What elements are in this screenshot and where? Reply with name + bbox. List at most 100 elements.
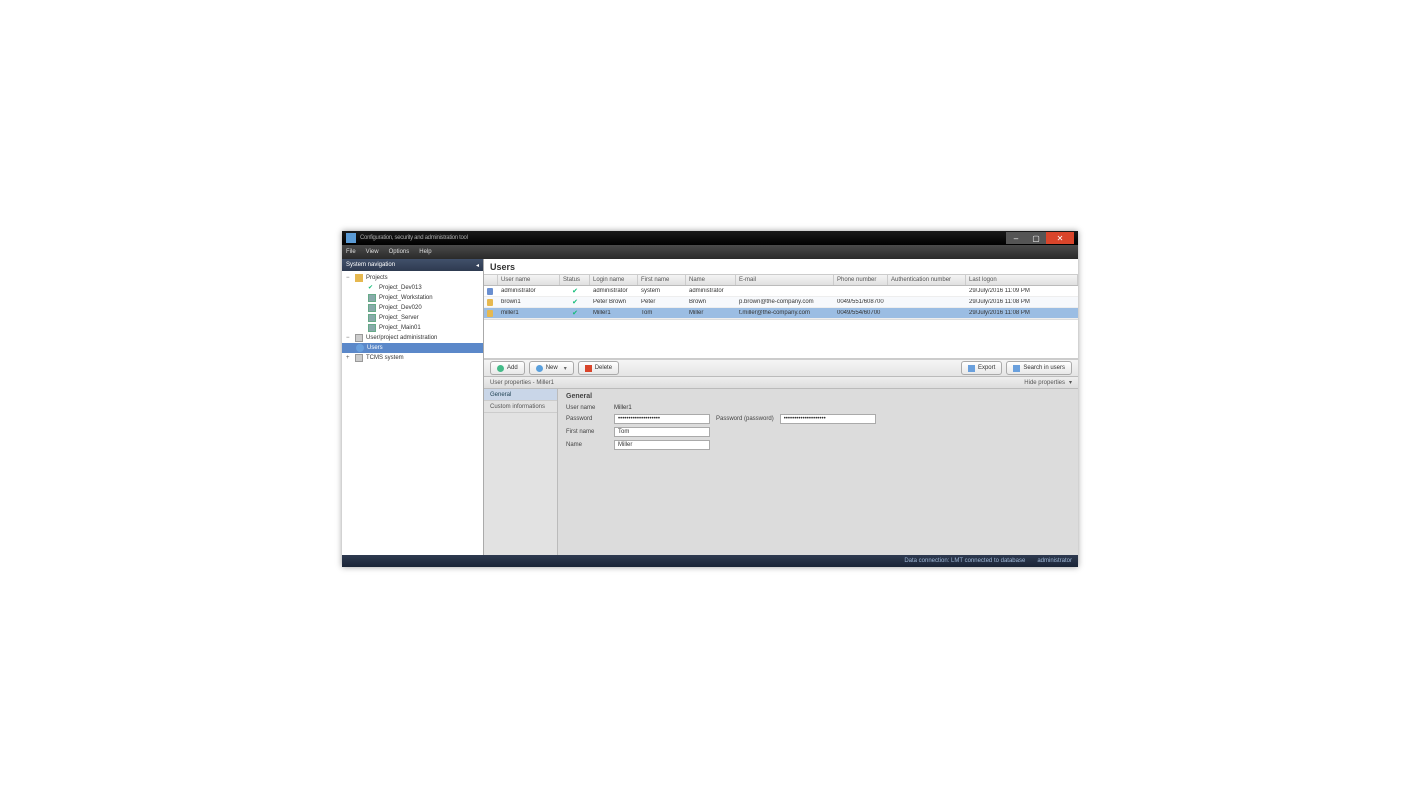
props-title: User properties - Miller1 xyxy=(490,380,554,386)
delete-icon xyxy=(585,365,592,372)
firstname-field[interactable]: Tom xyxy=(614,427,710,437)
cell-name: Brown xyxy=(686,299,736,305)
col-username[interactable]: User name xyxy=(498,275,560,285)
cell-firstname: system xyxy=(638,288,686,294)
node-icon xyxy=(355,334,363,342)
export-icon xyxy=(968,365,975,372)
cell-name: Miller xyxy=(686,310,736,316)
col-login[interactable]: Login name xyxy=(590,275,638,285)
col-firstname[interactable]: First name xyxy=(638,275,686,285)
tree-label: Project_Server xyxy=(379,315,419,321)
cell-username: miller1 xyxy=(498,310,560,316)
label-username: User name xyxy=(566,405,608,411)
cell-phone: 0049/554/60700 xyxy=(834,310,888,316)
app-body: System navigation ◂ − Projects Project_D… xyxy=(342,259,1078,555)
cell-login: Peter Brown xyxy=(590,299,638,305)
tree-label: Projects xyxy=(366,275,388,281)
tree-item-project[interactable]: Project_Workstation xyxy=(342,293,483,303)
window-title: Configuration, security and administrati… xyxy=(360,235,468,241)
tree-item-tcms[interactable]: + TCMS system xyxy=(342,353,483,363)
table-row[interactable]: brown1 ✔ Peter Brown Peter Brown p.brown… xyxy=(484,297,1078,308)
cell-phone: 0049/551/608700 xyxy=(834,299,888,305)
grid-empty-area xyxy=(484,319,1078,359)
properties-bar: User properties - Miller1 Hide propertie… xyxy=(484,377,1078,389)
table-row[interactable]: administrator ✔ administrator system adm… xyxy=(484,286,1078,297)
add-button[interactable]: Add xyxy=(490,361,525,375)
tree-label: Project_Workstation xyxy=(379,295,433,301)
new-button[interactable]: New xyxy=(529,361,574,375)
user-icon xyxy=(487,299,493,306)
tree-item-project[interactable]: Project_Server xyxy=(342,313,483,323)
col-status[interactable]: Status xyxy=(560,275,590,285)
label-name: Name xyxy=(566,442,608,448)
tree-label: Users xyxy=(367,345,383,351)
status-user: administrator xyxy=(1037,558,1072,564)
properties-panel: General Custom informations General User… xyxy=(484,389,1078,555)
col-phone[interactable]: Phone number xyxy=(834,275,888,285)
cell-lastlogon: 29/July/2016 11:08 PM xyxy=(966,299,1078,305)
tree-item-user-admin[interactable]: − User/project administration xyxy=(342,333,483,343)
titlebar[interactable]: Configuration, security and administrati… xyxy=(342,231,1078,245)
collapse-icon[interactable]: ▾ xyxy=(1069,379,1072,386)
tree-item-project[interactable]: Project_Dev020 xyxy=(342,303,483,313)
col-icon[interactable] xyxy=(484,275,498,285)
menu-help[interactable]: Help xyxy=(419,249,431,255)
expand-icon[interactable]: − xyxy=(346,275,352,281)
expand-icon[interactable]: + xyxy=(346,355,352,361)
sidebar-header: System navigation ◂ xyxy=(342,259,483,271)
cell-firstname: Tom xyxy=(638,310,686,316)
password-repeat-field[interactable]: •••••••••••••••••••• xyxy=(780,414,876,424)
expand-icon[interactable]: − xyxy=(346,335,352,341)
form-row-username: User name Miller1 xyxy=(566,405,1070,411)
tab-general[interactable]: General xyxy=(484,389,557,401)
table-row[interactable]: miller1 ✔ Miller1 Tom Miller t.miller@th… xyxy=(484,308,1078,319)
app-window: Configuration, security and administrati… xyxy=(342,231,1078,567)
sidebar-collapse-icon[interactable]: ◂ xyxy=(476,262,479,269)
col-lastlogon[interactable]: Last logon xyxy=(966,275,1078,285)
tree-item-project[interactable]: Project_Main01 xyxy=(342,323,483,333)
cell-name: administrator xyxy=(686,288,736,294)
label-password: Password xyxy=(566,416,608,422)
project-icon xyxy=(368,314,376,322)
new-label: New xyxy=(546,365,558,371)
menubar: File View Options Help xyxy=(342,245,1078,259)
tree-item-project[interactable]: Project_Dev013 xyxy=(342,283,483,293)
cell-email: t.miller@the-company.com xyxy=(736,310,834,316)
form-heading: General xyxy=(566,393,1070,400)
col-name[interactable]: Name xyxy=(686,275,736,285)
maximize-button[interactable]: ▢ xyxy=(1026,232,1046,244)
tree-item-projects[interactable]: − Projects xyxy=(342,273,483,283)
hide-props-link[interactable]: Hide properties xyxy=(1024,380,1065,386)
main-panel: Users User name Status Login name First … xyxy=(484,259,1078,555)
tree-item-users[interactable]: Users xyxy=(342,343,483,353)
user-icon xyxy=(487,310,493,317)
properties-tabs: General Custom informations xyxy=(484,389,558,555)
cell-login: administrator xyxy=(590,288,638,294)
project-icon xyxy=(368,304,376,312)
menu-file[interactable]: File xyxy=(346,249,356,255)
password-field[interactable]: •••••••••••••••••••• xyxy=(614,414,710,424)
name-field[interactable]: Miller xyxy=(614,440,710,450)
cell-lastlogon: 29/July/2016 11:09 PM xyxy=(966,288,1078,294)
close-button[interactable]: ✕ xyxy=(1046,232,1074,244)
folder-icon xyxy=(355,274,363,282)
grid-toolbar: Add New Delete Export Search in use xyxy=(484,359,1078,377)
form-row-firstname: First name Tom xyxy=(566,427,1070,437)
sidebar-title: System navigation xyxy=(346,262,395,268)
minimize-button[interactable]: – xyxy=(1006,232,1026,244)
menu-options[interactable]: Options xyxy=(389,249,410,255)
col-auth[interactable]: Authentication number xyxy=(888,275,966,285)
project-icon xyxy=(368,324,376,332)
tree-label: Project_Main01 xyxy=(379,325,421,331)
status-check-icon: ✔ xyxy=(572,288,578,295)
cell-firstname: Peter xyxy=(638,299,686,305)
tree-label: User/project administration xyxy=(366,335,437,341)
cell-email: p.brown@the-company.com xyxy=(736,299,834,305)
tab-custom[interactable]: Custom informations xyxy=(484,401,557,413)
search-button[interactable]: Search in users xyxy=(1006,361,1072,375)
menu-view[interactable]: View xyxy=(366,249,379,255)
plus-icon xyxy=(497,365,504,372)
export-button[interactable]: Export xyxy=(961,361,1002,375)
delete-button[interactable]: Delete xyxy=(578,361,619,375)
col-email[interactable]: E-mail xyxy=(736,275,834,285)
